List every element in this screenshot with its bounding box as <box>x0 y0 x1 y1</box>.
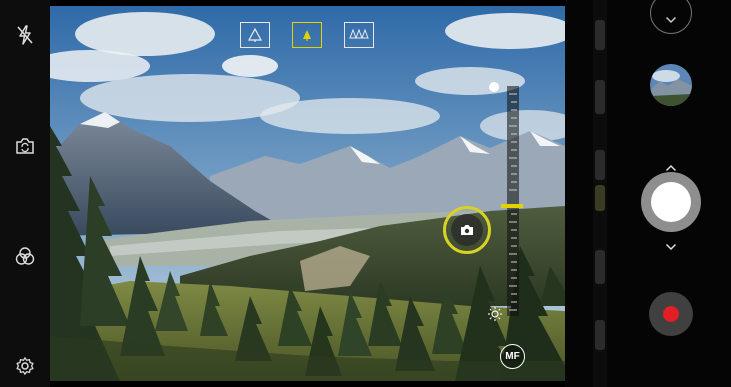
flash-off-icon[interactable] <box>10 20 40 50</box>
telephoto-button[interactable] <box>344 22 374 48</box>
slider-thumb[interactable] <box>501 204 523 208</box>
switch-camera-icon[interactable] <box>10 131 40 161</box>
standard-angle-button[interactable] <box>292 22 322 48</box>
record-dot <box>663 306 679 322</box>
camera-icon <box>461 225 473 235</box>
chevron-down-icon <box>665 16 677 24</box>
bright-icon <box>489 82 499 92</box>
record-button[interactable] <box>649 292 693 336</box>
shutter-button[interactable] <box>641 172 701 232</box>
settings-icon[interactable] <box>10 351 40 381</box>
standard-angle-icon <box>303 30 311 41</box>
manual-focus-slider[interactable] <box>501 86 523 316</box>
camera-viewfinder[interactable] <box>50 6 565 381</box>
slider-ticks <box>509 93 517 311</box>
chevron-down-small-icon <box>665 236 677 255</box>
focus-inner <box>451 214 483 246</box>
left-toolbar <box>0 0 50 387</box>
focus-indicator[interactable] <box>443 206 491 254</box>
manual-focus-label: MF <box>505 351 520 362</box>
dim-icon <box>487 306 503 326</box>
wide-angle-icon <box>247 27 263 42</box>
telephoto-icon <box>349 28 369 39</box>
gallery-preview <box>650 64 692 106</box>
shutter-inner <box>651 182 691 222</box>
manual-focus-button[interactable]: MF <box>500 344 525 369</box>
filter-icon[interactable] <box>10 241 40 271</box>
gallery-thumbnail[interactable] <box>650 64 692 106</box>
wide-angle-button[interactable] <box>240 22 270 48</box>
mode-strip <box>593 0 607 387</box>
